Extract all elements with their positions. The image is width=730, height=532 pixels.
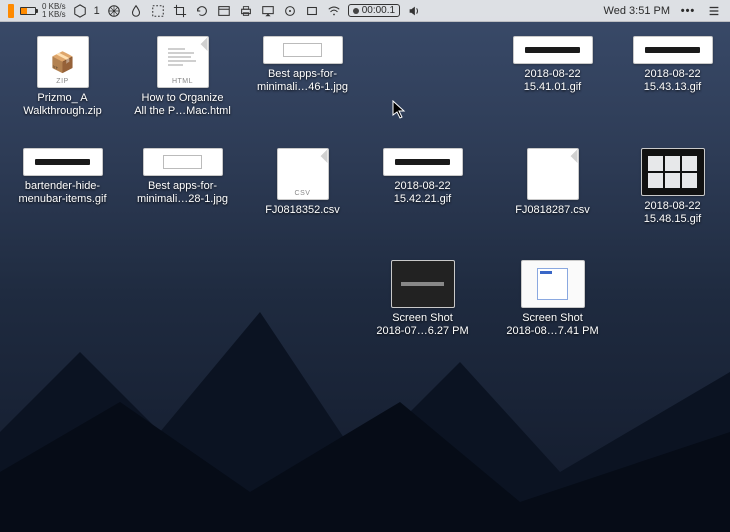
file-thumbnail: 📦 ZIP (37, 36, 89, 88)
file-label: bartender-hide- menubar-items.gif (18, 180, 106, 206)
menubar: 0 KB/s 1 KB/s 1 00:00.1 Wed 3:51 PM ••• (0, 0, 730, 22)
rect-icon[interactable] (304, 3, 320, 19)
notification-center-icon[interactable] (706, 3, 722, 19)
battery-icon[interactable] (20, 7, 36, 15)
network-rate[interactable]: 0 KB/s 1 KB/s (42, 3, 66, 19)
menubar-app-icon[interactable] (8, 4, 14, 18)
desktop-file[interactable]: Screen Shot 2018-08…7.41 PM (500, 260, 605, 338)
file-label: Screen Shot 2018-08…7.41 PM (506, 312, 598, 338)
hexagon-icon[interactable] (72, 3, 88, 19)
file-thumbnail: HTML (157, 36, 209, 88)
desktop-file[interactable]: 2018-08-22 15.43.13.gif (620, 36, 725, 94)
aperture-icon[interactable] (106, 3, 122, 19)
file-thumbnail (513, 36, 593, 64)
desktop-file[interactable]: 2018-08-22 15.41.01.gif (500, 36, 605, 94)
file-label: Prizmo_ A Walkthrough.zip (23, 92, 101, 118)
count-badge[interactable]: 1 (94, 5, 100, 17)
file-label: 2018-08-22 15.41.01.gif (524, 68, 582, 94)
file-type-badge: ZIP (56, 78, 68, 85)
desktop-file[interactable]: 2018-08-22 15.42.21.gif (370, 148, 475, 206)
file-thumbnail (263, 36, 343, 64)
airplay-icon[interactable] (260, 3, 276, 19)
file-thumbnail (391, 260, 455, 308)
file-label: 2018-08-22 15.48.15.gif (644, 200, 702, 226)
volume-icon[interactable] (406, 3, 422, 19)
file-label: Best apps-for- minimali…46-1.jpg (257, 68, 348, 94)
file-thumbnail (383, 148, 463, 176)
wifi-icon[interactable] (326, 3, 342, 19)
desktop-file[interactable]: bartender-hide- menubar-items.gif (10, 148, 115, 206)
file-type-badge: HTML (172, 78, 193, 85)
desktop-file[interactable]: HTML How to Organize All the P…Mac.html (130, 36, 235, 118)
overflow-icon[interactable]: ••• (680, 3, 696, 19)
file-thumbnail (23, 148, 103, 176)
desktop-file[interactable]: 2018-08-22 15.48.15.gif (620, 148, 725, 226)
file-thumbnail (143, 148, 223, 176)
desktop-file[interactable]: FJ0818287.csv (500, 148, 605, 217)
file-thumbnail: CSV (277, 148, 329, 200)
desktop-file[interactable]: Best apps-for- minimali…46-1.jpg (250, 36, 355, 94)
file-label: FJ0818287.csv (515, 204, 590, 217)
circle-dot-icon[interactable] (282, 3, 298, 19)
droplet-icon[interactable] (128, 3, 144, 19)
desktop[interactable]: 📦 ZIP Prizmo_ A Walkthrough.zip HTML How to … (0, 30, 730, 532)
menubar-clock[interactable]: Wed 3:51 PM (604, 5, 670, 17)
file-label: FJ0818352.csv (265, 204, 340, 217)
file-label: How to Organize All the P…Mac.html (134, 92, 231, 118)
refresh-icon[interactable] (194, 3, 210, 19)
selection-dashed-icon[interactable] (150, 3, 166, 19)
file-thumbnail (527, 148, 579, 200)
zip-art-icon: 📦 (50, 50, 75, 75)
file-thumbnail (633, 36, 713, 64)
file-label: 2018-08-22 15.42.21.gif (394, 180, 452, 206)
crop-icon[interactable] (172, 3, 188, 19)
desktop-file[interactable]: Screen Shot 2018-07…6.27 PM (370, 260, 475, 338)
file-thumbnail (641, 148, 705, 196)
window-icon[interactable] (216, 3, 232, 19)
printer-icon[interactable] (238, 3, 254, 19)
file-label: 2018-08-22 15.43.13.gif (644, 68, 702, 94)
file-type-badge: CSV (295, 190, 311, 197)
timer-indicator[interactable]: 00:00.1 (348, 4, 400, 17)
file-label: Best apps-for- minimali…28-1.jpg (137, 180, 228, 206)
file-label: Screen Shot 2018-07…6.27 PM (376, 312, 468, 338)
desktop-file[interactable]: Best apps-for- minimali…28-1.jpg (130, 148, 235, 206)
file-thumbnail (521, 260, 585, 308)
desktop-file[interactable]: CSV FJ0818352.csv (250, 148, 355, 217)
desktop-file[interactable]: 📦 ZIP Prizmo_ A Walkthrough.zip (10, 36, 115, 118)
